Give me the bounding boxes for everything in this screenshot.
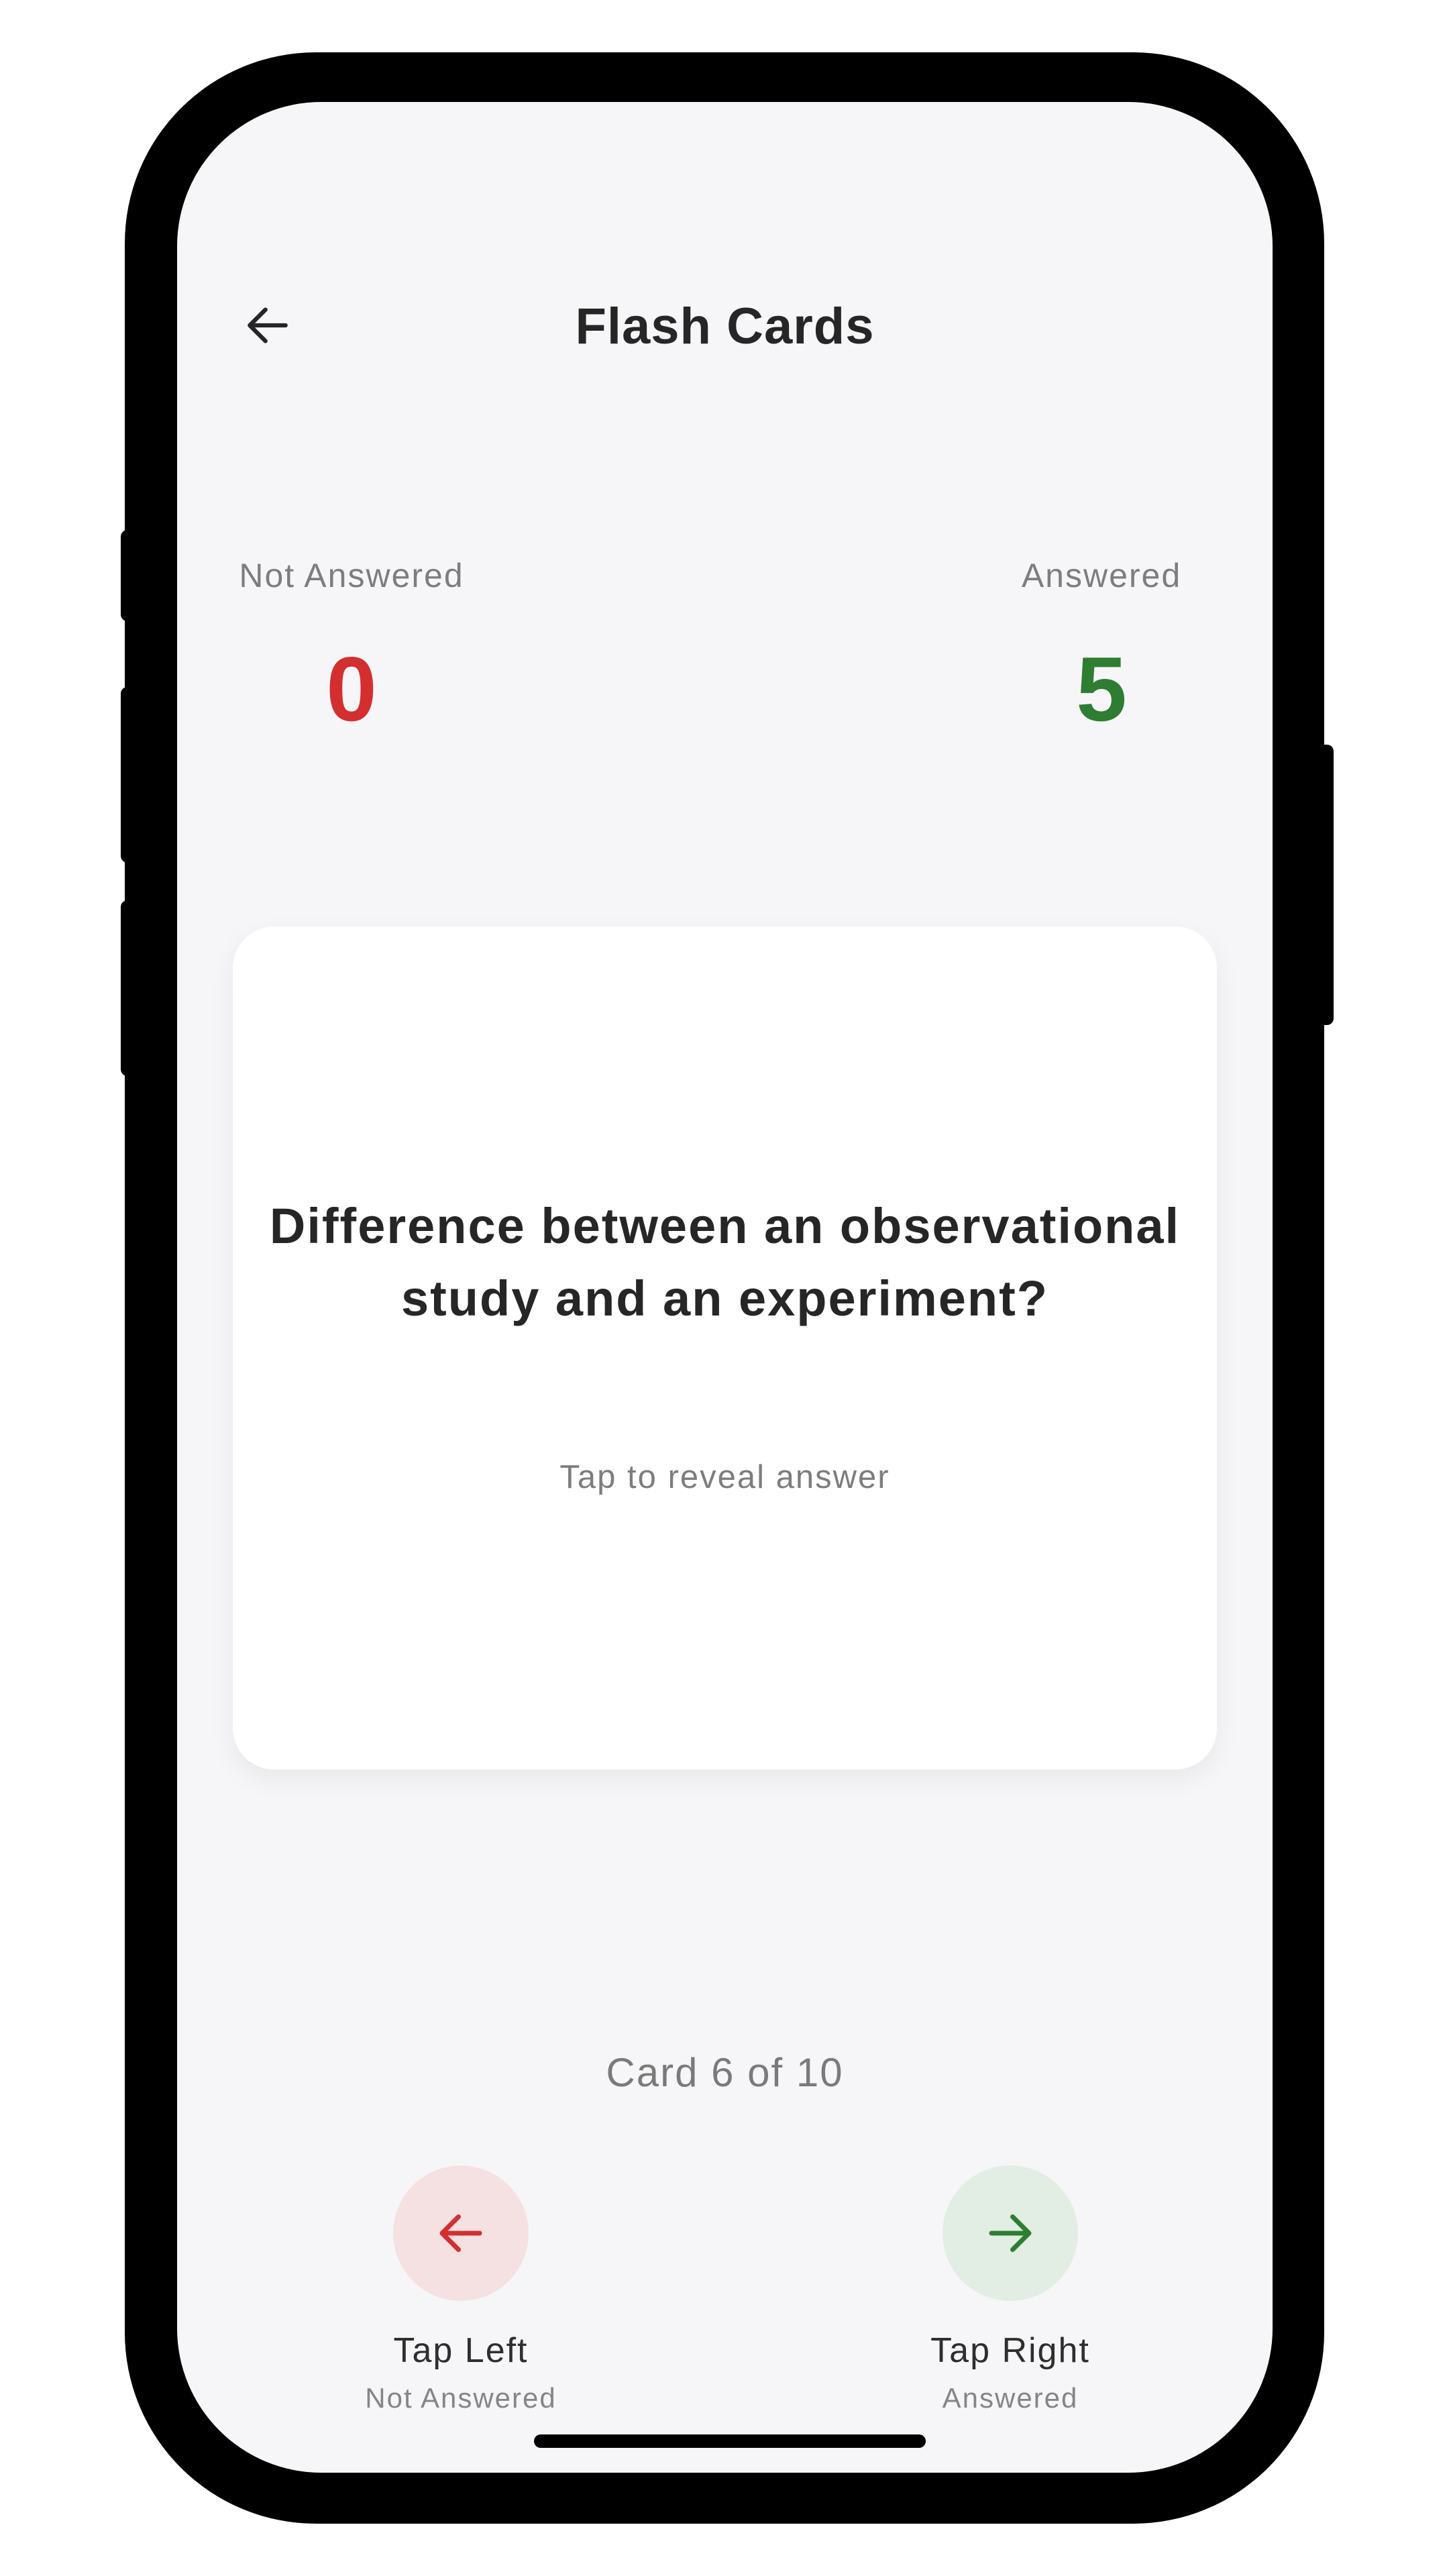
answered-label: Answered xyxy=(1021,557,1182,594)
card-counter: Card 6 of 10 xyxy=(606,2050,844,2095)
not-answered-label: Not Answered xyxy=(239,557,464,594)
volume-up-button xyxy=(121,687,134,863)
volume-down-button xyxy=(121,900,134,1076)
not-answered-button[interactable] xyxy=(393,2165,529,2301)
home-indicator[interactable] xyxy=(534,2434,926,2448)
arrow-left-icon xyxy=(439,2214,482,2252)
page-title: Flash Cards xyxy=(575,298,875,355)
mute-switch xyxy=(121,530,134,621)
tap-left-sublabel: Not Answered xyxy=(365,2382,557,2414)
arrow-right-icon xyxy=(989,2214,1032,2252)
flash-card[interactable] xyxy=(233,926,1217,1770)
not-answered-count: 0 xyxy=(326,638,377,740)
not-answered-stat: Not Answered xyxy=(217,555,486,596)
tap-right-sublabel: Answered xyxy=(942,2382,1079,2414)
answered-count: 5 xyxy=(1076,638,1127,740)
card-question: Difference between an observational stud… xyxy=(269,1198,1181,1326)
reveal-hint: Tap to reveal answer xyxy=(559,1459,890,1495)
answered-button[interactable] xyxy=(943,2165,1078,2301)
power-button xyxy=(1316,745,1334,1025)
tap-left-label: Tap Left xyxy=(393,2331,529,2370)
answered-stat: Answered xyxy=(967,555,1236,596)
tap-right-label: Tap Right xyxy=(930,2331,1090,2370)
app-screen: Flash Cards Not Answered 0 Answered 5 Di… xyxy=(177,102,1273,2473)
